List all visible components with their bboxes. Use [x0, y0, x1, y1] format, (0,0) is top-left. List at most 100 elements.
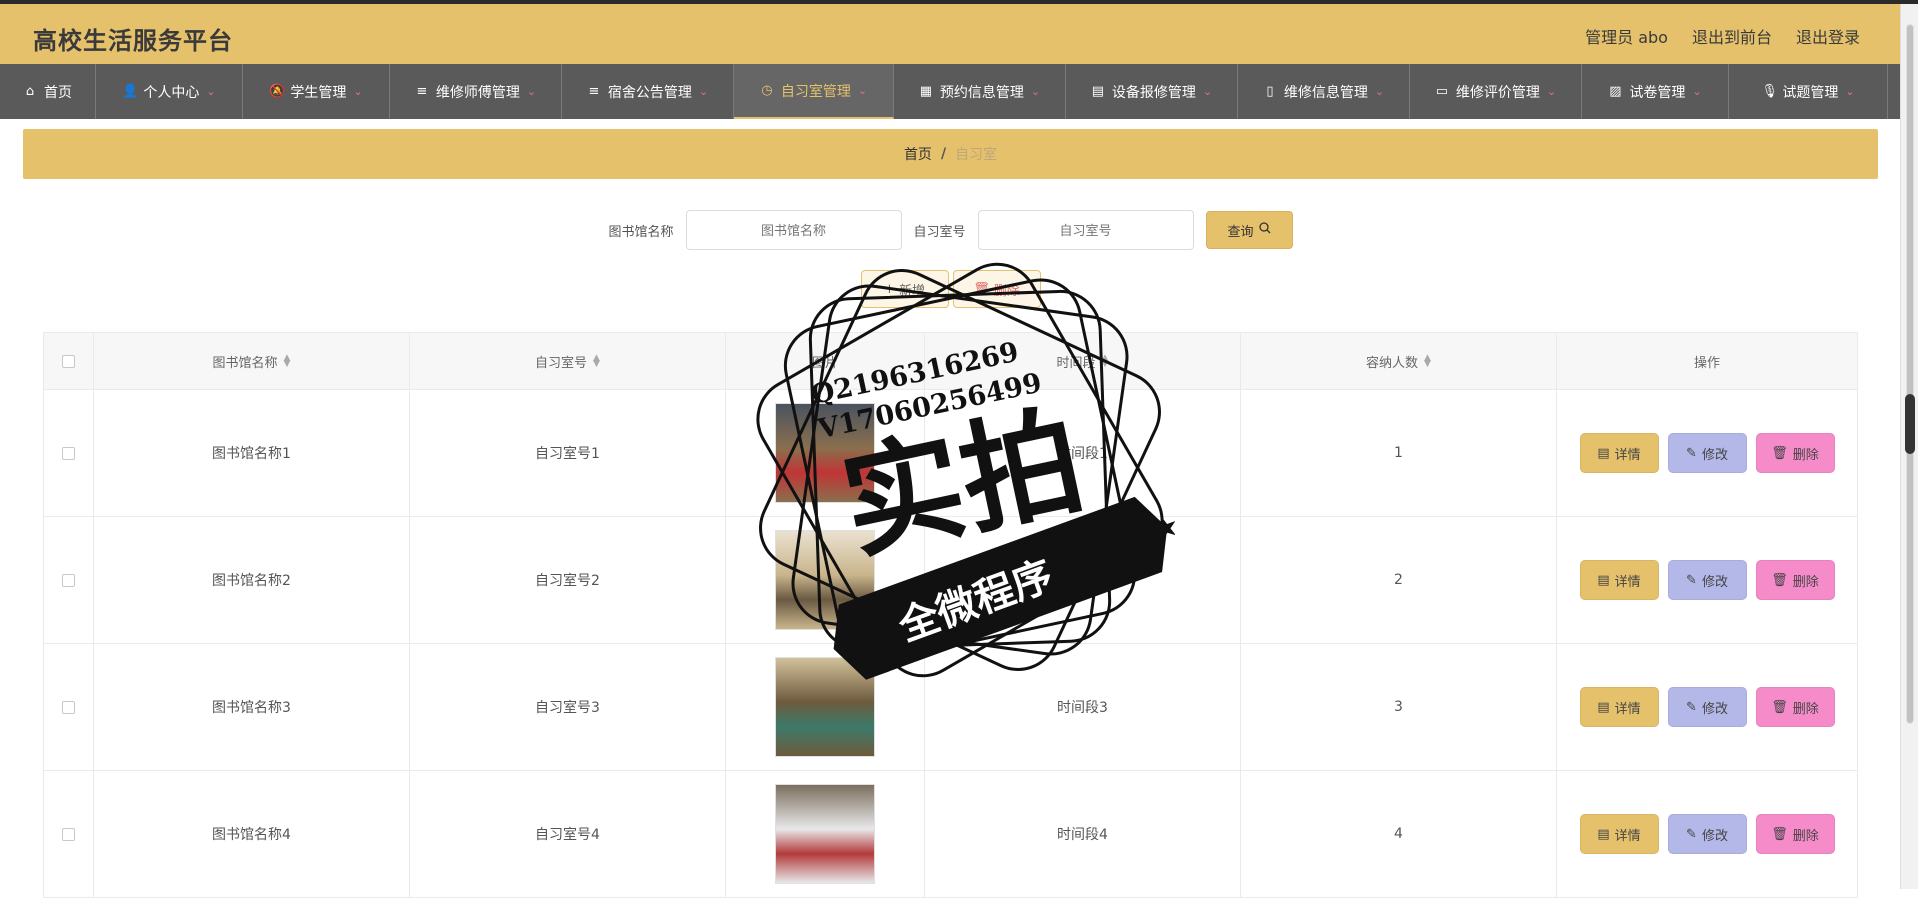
- breadcrumb-current: 自习室: [955, 147, 998, 163]
- nav-item-2[interactable]: 🔕 学生管理 ⌄: [243, 64, 390, 119]
- edit-button[interactable]: ✎ 修改: [1667, 814, 1747, 854]
- search-bar: 图书馆名称 自习室号 查询: [23, 210, 1878, 250]
- delete-button-label: 删除: [1792, 447, 1819, 463]
- edit-button[interactable]: ✎ 修改: [1667, 433, 1747, 473]
- cell-image: [726, 771, 925, 897]
- header-ops-label: 操作: [1693, 355, 1720, 371]
- row-checkbox[interactable]: [62, 446, 75, 460]
- to-front-link[interactable]: 退出到前台: [1692, 24, 1772, 48]
- row-checkbox[interactable]: [62, 700, 75, 714]
- header-capacity[interactable]: 容纳人数 ▲ ▼: [1241, 333, 1557, 389]
- row-checkbox[interactable]: [62, 573, 75, 587]
- sort-icon[interactable]: ▲ ▼: [1424, 354, 1431, 369]
- chevron-down-icon: ⌄: [857, 84, 868, 97]
- scrollbar-track: [1906, 24, 1914, 724]
- cell-room: 自习室号3: [410, 644, 726, 770]
- delete-button[interactable]: 🗑 删除: [1755, 814, 1835, 854]
- delete-button[interactable]: 🗑 删除: [1755, 560, 1835, 600]
- sort-icon[interactable]: ▲ ▼: [593, 354, 600, 369]
- nav-item-5[interactable]: ◷ 自习室管理 ⌄: [734, 64, 894, 119]
- detail-button-label: 详情: [1614, 447, 1641, 463]
- clipboard-icon: ▤: [1091, 83, 1105, 99]
- trash-icon: 🗑: [1771, 445, 1788, 461]
- delete-button-label: 删除: [1792, 574, 1819, 590]
- row-actions: ▤ 详情 ✎ 修改 🗑 删除: [1579, 433, 1835, 473]
- phone-icon: ▯: [1266, 83, 1274, 99]
- header-library[interactable]: 图书馆名称 ▲ ▼: [94, 333, 410, 389]
- row-checkbox[interactable]: [62, 827, 75, 841]
- edit-button-label: 修改: [1701, 574, 1728, 590]
- nav-item-label: 自习室管理: [780, 83, 851, 100]
- nav-item-1[interactable]: 👤 个人中心 ⌄: [96, 64, 243, 119]
- nav-item-7[interactable]: ▤ 设备报修管理 ⌄: [1066, 64, 1238, 119]
- logout-link[interactable]: 退出登录: [1796, 24, 1860, 48]
- chevron-down-icon: ⌄: [1692, 85, 1702, 98]
- chevron-down-icon: ⌄: [1374, 85, 1385, 98]
- row-select-cell: [44, 390, 94, 516]
- nav-item-label: 试题管理: [1782, 84, 1839, 101]
- row-select-cell: [44, 771, 94, 897]
- delete-button[interactable]: 🗑 删除: [1755, 433, 1835, 473]
- cell-capacity: 4: [1241, 771, 1557, 897]
- nav-item-label: 维修师傅管理: [435, 84, 520, 101]
- cell-ops: ▤ 详情 ✎ 修改 🗑 删除: [1557, 771, 1857, 897]
- header-room-label: 自习室号: [535, 355, 588, 371]
- scrollbar-thumb[interactable]: [1905, 394, 1915, 454]
- trash-icon: 🗑: [1771, 699, 1788, 715]
- row-actions: ▤ 详情 ✎ 修改 🗑 删除: [1579, 687, 1835, 727]
- room-search-input[interactable]: [977, 210, 1194, 250]
- cell-library: 图书馆名称3: [94, 644, 410, 770]
- sort-icon[interactable]: ▲ ▼: [284, 354, 291, 369]
- edit-button[interactable]: ✎ 修改: [1667, 687, 1747, 727]
- nav-item-0[interactable]: ⌂ 首页: [0, 64, 96, 119]
- cell-library: 图书馆名称1: [94, 390, 410, 516]
- breadcrumb-separator: /: [940, 146, 947, 162]
- chevron-down-icon: ⌄: [1202, 85, 1213, 98]
- delete-button-label: 删除: [1792, 701, 1819, 717]
- cell-ops: ▤ 详情 ✎ 修改 🗑 删除: [1557, 390, 1857, 516]
- row-select-cell: [44, 644, 94, 770]
- document-icon: ▤: [1597, 445, 1610, 461]
- document-icon: ▤: [1597, 699, 1610, 715]
- monitor-icon: ▭: [1435, 83, 1449, 99]
- query-button[interactable]: 查询: [1205, 211, 1293, 249]
- detail-button[interactable]: ▤ 详情: [1579, 814, 1659, 854]
- vertical-scrollbar[interactable]: [1900, 4, 1918, 889]
- nav-item-10[interactable]: ▨ 试卷管理 ⌄: [1582, 64, 1729, 119]
- chevron-down-icon: ⌄: [353, 85, 363, 98]
- bell-icon: 🔕: [269, 83, 286, 99]
- nav-item-8[interactable]: ▯ 维修信息管理 ⌄: [1238, 64, 1410, 119]
- chart-icon: ▨: [1609, 83, 1622, 99]
- breadcrumb: 首页 / 自习室: [23, 129, 1878, 179]
- cell-ops: ▤ 详情 ✎ 修改 🗑 删除: [1557, 644, 1857, 770]
- row-actions: ▤ 详情 ✎ 修改 🗑 删除: [1579, 560, 1835, 600]
- delete-button-label: 删除: [1792, 828, 1819, 844]
- nav-item-4[interactable]: ≡ 宿舍公告管理 ⌄: [562, 64, 734, 119]
- cell-library: 图书馆名称4: [94, 771, 410, 897]
- row-select-cell: [44, 517, 94, 643]
- edit-button[interactable]: ✎ 修改: [1667, 560, 1747, 600]
- cell-room: 自习室号1: [410, 390, 726, 516]
- nav-item-3[interactable]: ≡ 维修师傅管理 ⌄: [390, 64, 562, 119]
- library-search-input[interactable]: [685, 210, 902, 250]
- breadcrumb-home[interactable]: 首页: [904, 144, 932, 164]
- nav-item-9[interactable]: ▭ 维修评价管理 ⌄: [1410, 64, 1582, 119]
- delete-button[interactable]: 🗑 删除: [1755, 687, 1835, 727]
- nav-item-6[interactable]: ▦ 预约信息管理 ⌄: [894, 64, 1066, 119]
- nav-item-label: 试卷管理: [1629, 84, 1686, 101]
- detail-button-label: 详情: [1614, 574, 1641, 590]
- detail-button[interactable]: ▤ 详情: [1579, 687, 1659, 727]
- detail-button[interactable]: ▤ 详情: [1579, 433, 1659, 473]
- pencil-icon: ✎: [1686, 699, 1697, 715]
- header-room[interactable]: 自习室号 ▲ ▼: [410, 333, 726, 389]
- watermark-stamp: Q2196316269 V17060256499 实拍 全微程序 ★ ★: [745, 255, 1185, 685]
- nav-item-label: 预约信息管理: [939, 84, 1024, 101]
- table-row: 图书馆名称4 自习室号4 时间段4 4 ▤ 详情 ✎ 修改 🗑 删除: [43, 771, 1858, 898]
- select-all-checkbox[interactable]: [62, 354, 75, 368]
- pencil-icon: ✎: [1686, 826, 1697, 842]
- query-button-label: 查询: [1227, 224, 1254, 240]
- nav-item-label: 设备报修管理: [1111, 84, 1196, 101]
- room-photo[interactable]: [775, 784, 875, 884]
- detail-button[interactable]: ▤ 详情: [1579, 560, 1659, 600]
- nav-item-11[interactable]: 🎙 试题管理 ⌄: [1729, 64, 1888, 119]
